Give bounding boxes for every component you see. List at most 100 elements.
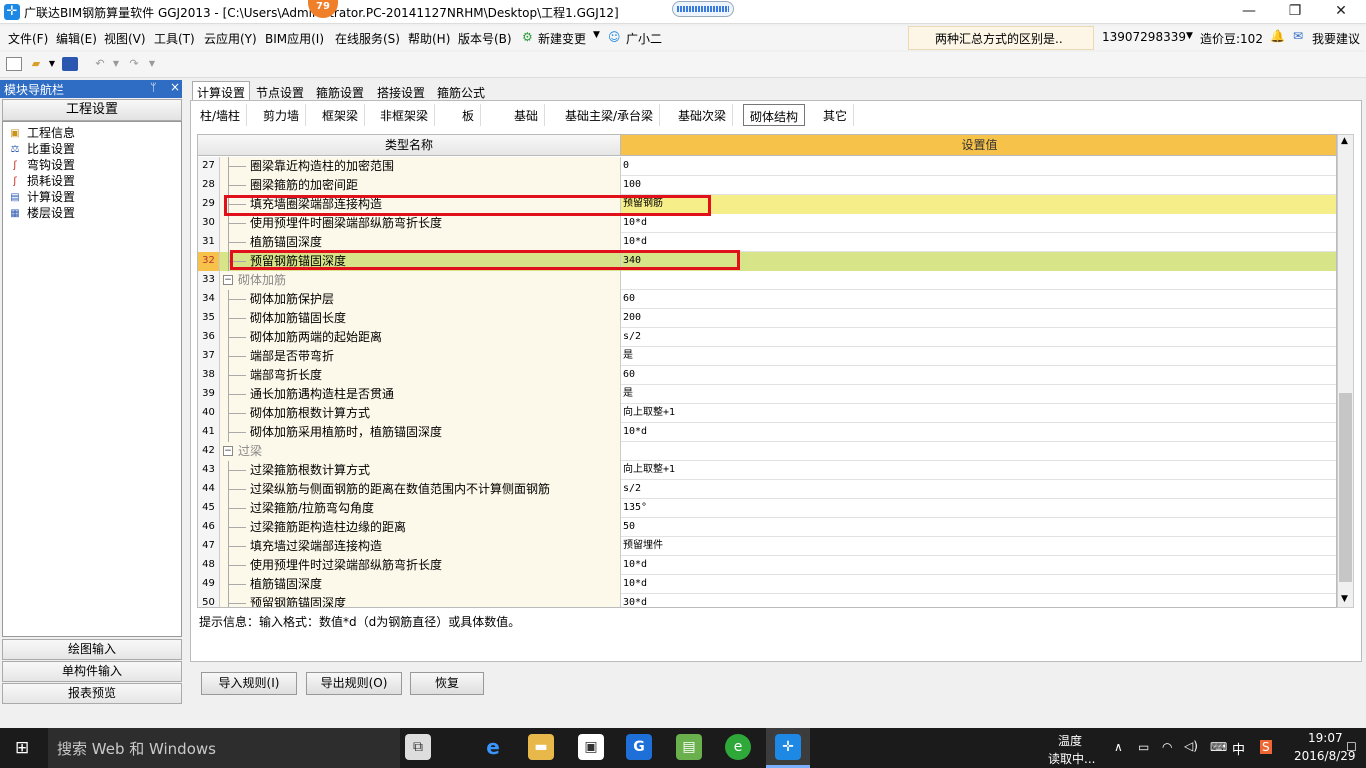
tray-chevron-icon[interactable]: ∧ [1114, 740, 1123, 754]
undo-dropdown-icon[interactable]: ▼ [108, 57, 124, 71]
row-value-cell[interactable]: s/2 [621, 480, 1336, 499]
ime-language[interactable]: 中 [1232, 739, 1245, 758]
subtab-foundation[interactable]: 基础 [508, 104, 546, 126]
table-row[interactable]: 43 过梁箍筋根数计算方式 向上取整+1 [198, 461, 1336, 480]
task-view-icon[interactable]: ⧉ [405, 734, 431, 760]
ggj-app-icon[interactable]: ✛ [775, 734, 801, 760]
table-row[interactable]: 35 砌体加筋锚固长度 200 [198, 309, 1336, 328]
row-value-cell[interactable]: 100 [621, 176, 1336, 195]
menu-help[interactable]: 帮助(H) [408, 30, 450, 47]
nav-item-weight[interactable]: ⚖ 比重设置 [7, 140, 76, 156]
table-row[interactable]: 36 砌体加筋两端的起始距离 s/2 [198, 328, 1336, 347]
restore-button[interactable]: 恢复 [410, 672, 484, 695]
menu-cloud[interactable]: 云应用(Y) [204, 30, 257, 47]
nav-item-project-info[interactable]: ▣ 工程信息 [7, 124, 75, 140]
row-value-cell[interactable]: s/2 [621, 328, 1336, 347]
table-row[interactable]: 46 过梁箍筋距构造柱边缘的距离 50 [198, 518, 1336, 537]
scroll-down-icon[interactable]: ▼ [1341, 594, 1348, 604]
row-value-cell[interactable]: 向上取整+1 [621, 461, 1336, 480]
nav-report-preview[interactable]: 报表预览 [2, 683, 182, 704]
collapse-icon[interactable]: − [223, 275, 233, 285]
redo-dropdown-icon[interactable]: ▼ [144, 57, 160, 71]
row-value-cell[interactable]: 10*d [621, 423, 1336, 442]
minimize-button[interactable]: — [1226, 0, 1272, 24]
table-row[interactable]: 28 圈梁箍筋的加密间距 100 [198, 176, 1336, 195]
close-button[interactable]: ✕ [1318, 0, 1364, 24]
nav-close-icon[interactable]: × [170, 80, 180, 94]
new-file-icon[interactable] [6, 57, 22, 71]
group-row[interactable]: 42− 过梁 [198, 442, 1336, 461]
subtab-foundation-secondary-beam[interactable]: 基础次梁 [672, 104, 734, 126]
open-folder-icon[interactable]: ▰ [28, 57, 44, 71]
collapse-icon[interactable]: − [223, 446, 233, 456]
tab-calc-settings[interactable]: 计算设置 [192, 81, 251, 101]
table-row[interactable]: 40 砌体加筋根数计算方式 向上取整+1 [198, 404, 1336, 423]
account-chevron-icon[interactable]: ▼ [1186, 31, 1193, 41]
tab-stirrup-settings[interactable]: 箍筋设置 [311, 81, 369, 101]
table-row[interactable]: 27 圈梁靠近构造柱的加密范围 0 [198, 157, 1336, 176]
subtab-column[interactable]: 柱/墙柱 [194, 104, 248, 126]
suggest-link[interactable]: 我要建议 [1312, 30, 1360, 47]
subtab-shear-wall[interactable]: 剪力墙 [257, 104, 307, 126]
notifications-icon[interactable]: ☐ [1346, 740, 1357, 754]
taskbar-search[interactable]: 搜索 Web 和 Windows [48, 728, 400, 768]
row-value-cell[interactable]: 是 [621, 347, 1336, 366]
subtab-foundation-main-beam[interactable]: 基础主梁/承台梁 [559, 104, 661, 126]
tab-lap-settings[interactable]: 搭接设置 [372, 81, 430, 101]
row-value-cell[interactable]: 向上取整+1 [621, 404, 1336, 423]
tab-node-settings[interactable]: 节点设置 [251, 81, 309, 101]
subtab-nonframe-beam[interactable]: 非框架梁 [374, 104, 436, 126]
pin-icon[interactable]: ᛘ [150, 81, 157, 94]
table-row[interactable]: 48 使用预埋件时过梁端部纵筋弯折长度 10*d [198, 556, 1336, 575]
row-value-cell[interactable]: 预留钢筋 [621, 195, 1336, 214]
nav-item-loss[interactable]: ʃ 损耗设置 [7, 172, 75, 188]
browser-icon[interactable]: e [725, 734, 751, 760]
user-account[interactable]: 13907298339 [1102, 30, 1186, 44]
scrollbar-thumb[interactable] [1339, 393, 1352, 582]
menu-tools[interactable]: 工具(T) [154, 30, 195, 47]
table-row[interactable]: 49 植筋锚固深度 10*d [198, 575, 1336, 594]
menu-edit[interactable]: 编辑(E) [56, 30, 97, 47]
row-value-cell[interactable]: 10*d [621, 214, 1336, 233]
edge-icon[interactable]: e [480, 734, 506, 760]
nav-item-floor[interactable]: ▦ 楼层设置 [7, 204, 75, 220]
table-row[interactable]: 30 使用预埋件时圈梁端部纵筋弯折长度 10*d [198, 214, 1336, 233]
faq-hint-box[interactable]: 两种汇总方式的区别是.. [908, 26, 1094, 50]
nav-item-hook[interactable]: ʃ 弯钩设置 [7, 156, 75, 172]
undo-icon[interactable]: ↶ [92, 57, 108, 71]
redo-icon[interactable]: ↷ [126, 57, 142, 71]
bell-icon[interactable]: 🔔 [1270, 29, 1285, 43]
save-icon[interactable] [62, 57, 78, 71]
group-row[interactable]: 33− 砌体加筋 [198, 271, 1336, 290]
scroll-up-icon[interactable]: ▲ [1341, 136, 1348, 146]
menu-online-service[interactable]: 在线服务(S) [335, 30, 400, 47]
wifi-icon[interactable]: ◠ [1162, 740, 1172, 754]
nav-single-component-input[interactable]: 单构件输入 [2, 661, 182, 682]
row-value-cell[interactable]: 10*d [621, 575, 1336, 594]
store-icon[interactable]: ▣ [578, 734, 604, 760]
row-value-cell[interactable]: 60 [621, 290, 1336, 309]
clock-time[interactable]: 19:07 [1308, 731, 1343, 745]
row-value-cell[interactable]: 50 [621, 518, 1336, 537]
import-rules-button[interactable]: 导入规则(I) [201, 672, 297, 695]
table-row[interactable]: 39 通长加筋遇构造柱是否贯通 是 [198, 385, 1336, 404]
open-dropdown-icon[interactable]: ▼ [44, 57, 60, 71]
row-value-cell[interactable]: 200 [621, 309, 1336, 328]
table-row[interactable]: 50 预留钢筋锚固深度 30*d [198, 594, 1336, 607]
table-row[interactable]: 44 过梁纵筋与侧面钢筋的距离在数值范围内不计算侧面钢筋 s/2 [198, 480, 1336, 499]
nav-drawing-input[interactable]: 绘图输入 [2, 639, 182, 660]
subtab-slab[interactable]: 板 [456, 104, 482, 126]
row-value-cell[interactable] [621, 271, 1336, 290]
table-row[interactable]: 41 砌体加筋采用植筋时，植筋锚固深度 10*d [198, 423, 1336, 442]
row-value-cell[interactable] [621, 442, 1336, 461]
subtab-frame-beam[interactable]: 框架梁 [316, 104, 366, 126]
row-value-cell[interactable]: 60 [621, 366, 1336, 385]
menu-new-change[interactable]: 新建变更 [538, 30, 586, 47]
file-explorer-icon[interactable]: ▬ [528, 734, 554, 760]
nav-item-calc[interactable]: ▤ 计算设置 [7, 188, 75, 204]
menu-version[interactable]: 版本号(B) [458, 30, 512, 47]
row-value-cell[interactable]: 预留埋件 [621, 537, 1336, 556]
network-icon[interactable]: ▭ [1138, 740, 1149, 754]
export-rules-button[interactable]: 导出规则(O) [306, 672, 402, 695]
row-value-cell[interactable]: 135° [621, 499, 1336, 518]
